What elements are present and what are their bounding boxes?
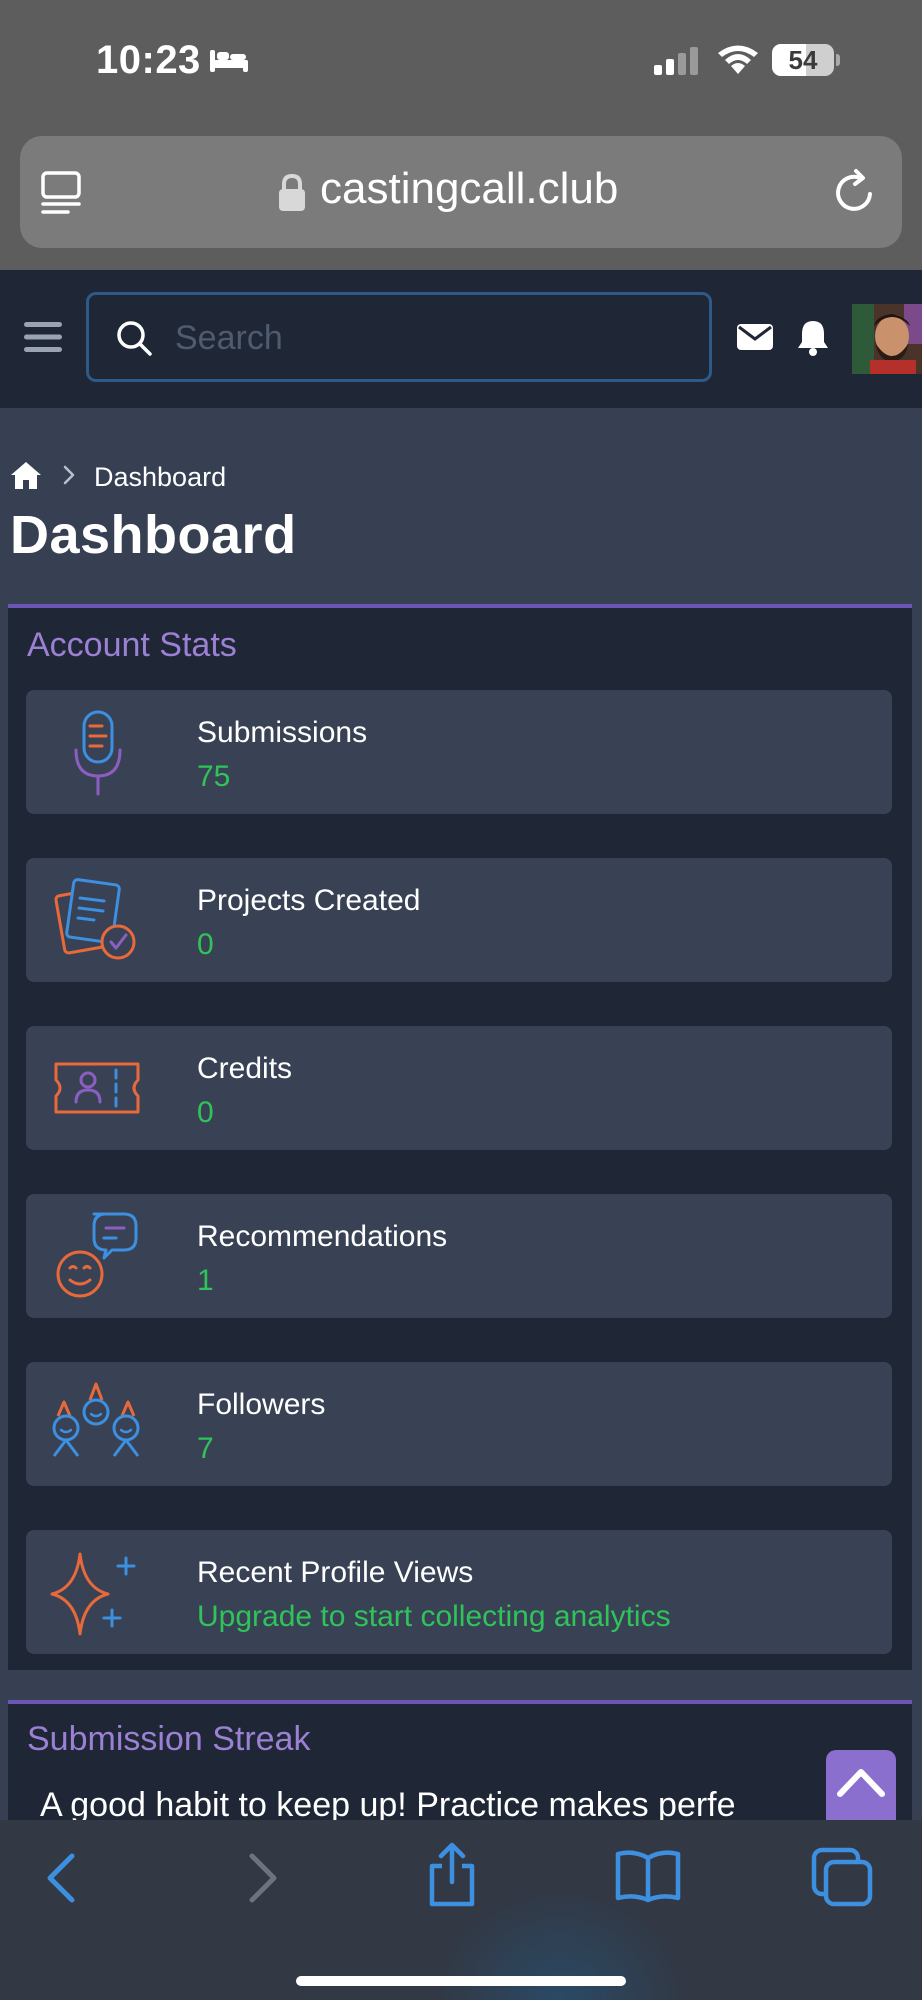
search-input[interactable] (173, 311, 677, 365)
reload-icon[interactable] (830, 168, 878, 216)
avatar-photo (852, 304, 922, 374)
site-header (0, 270, 922, 408)
stat-value: 75 (197, 760, 231, 793)
status-bar: 10:23 54 (0, 0, 922, 130)
stat-card-recent-profile-views[interactable]: Recent Profile Views Upgrade to start co… (26, 1530, 892, 1654)
submission-streak-title: Submission Streak (27, 1720, 311, 1758)
upgrade-analytics-link[interactable]: Upgrade to start collecting analytics (197, 1600, 671, 1634)
stat-value: 0 (197, 1096, 214, 1129)
back-icon[interactable] (42, 1850, 82, 1906)
stat-card-submissions[interactable]: Submissions 75 (26, 690, 892, 814)
cellular-signal-icon (654, 47, 698, 75)
reader-tabs-icon[interactable] (40, 170, 84, 216)
stat-card-recommendations[interactable]: Recommendations 1 (26, 1194, 892, 1318)
stat-card-followers[interactable]: Followers 7 (26, 1362, 892, 1486)
microphone-icon (74, 710, 122, 796)
stat-label: Recommendations (197, 1220, 448, 1253)
chevron-up-icon (837, 1769, 885, 1797)
ticket-person-icon (54, 1062, 140, 1114)
forward-icon[interactable] (242, 1850, 282, 1906)
browser-toolbar (0, 1820, 922, 2000)
home-indicator (296, 1976, 626, 1986)
stat-card-projects-created[interactable]: Projects Created 0 (26, 858, 892, 982)
stat-label: Projects Created (197, 884, 421, 917)
stat-label: Credits (197, 1052, 293, 1085)
account-stats-title: Account Stats (27, 626, 237, 664)
breadcrumb-current: Dashboard (94, 462, 227, 492)
search-box[interactable] (86, 292, 712, 382)
user-avatar[interactable] (852, 304, 922, 374)
search-icon (117, 321, 152, 356)
chat-face-icon (56, 1212, 138, 1298)
account-stats-panel: Account Stats Submissions 75 Projects Cr… (8, 604, 912, 1670)
battery-icon: 54 (772, 44, 840, 76)
project-clipboard-icon (54, 878, 136, 960)
stat-label: Followers (197, 1388, 326, 1421)
bookmarks-icon[interactable] (614, 1848, 682, 1904)
sleep-bed-icon (210, 50, 248, 72)
stat-value: 7 (197, 1432, 214, 1465)
lock-icon (279, 174, 305, 211)
stat-label: Recent Profile Views (197, 1556, 474, 1589)
stat-value: 0 (197, 928, 214, 961)
url-bar[interactable]: castingcall.club (20, 136, 902, 248)
url-text[interactable]: castingcall.club (320, 164, 618, 214)
share-icon[interactable] (424, 1842, 480, 1908)
scroll-to-top-button[interactable] (826, 1750, 896, 1820)
battery-level: 54 (788, 45, 818, 75)
wifi-icon (718, 45, 758, 74)
mail-icon[interactable] (736, 322, 774, 352)
status-time: 10:23 (96, 38, 201, 82)
party-people-icon (52, 1382, 140, 1457)
stat-card-credits[interactable]: Credits 0 (26, 1026, 892, 1150)
home-icon[interactable] (10, 460, 42, 490)
sparkle-icon (50, 1552, 136, 1636)
submission-streak-panel: Submission Streak A good habit to keep u… (8, 1700, 912, 1824)
tabs-icon[interactable] (810, 1846, 874, 1908)
stat-value: 1 (197, 1264, 214, 1297)
hamburger-menu-icon[interactable] (24, 320, 62, 354)
chevron-right-icon (63, 465, 75, 485)
notification-bell-icon[interactable] (796, 318, 830, 356)
browser-url-area: castingcall.club (0, 130, 922, 270)
stat-label: Submissions (197, 716, 368, 749)
page-title: Dashboard (10, 505, 297, 565)
